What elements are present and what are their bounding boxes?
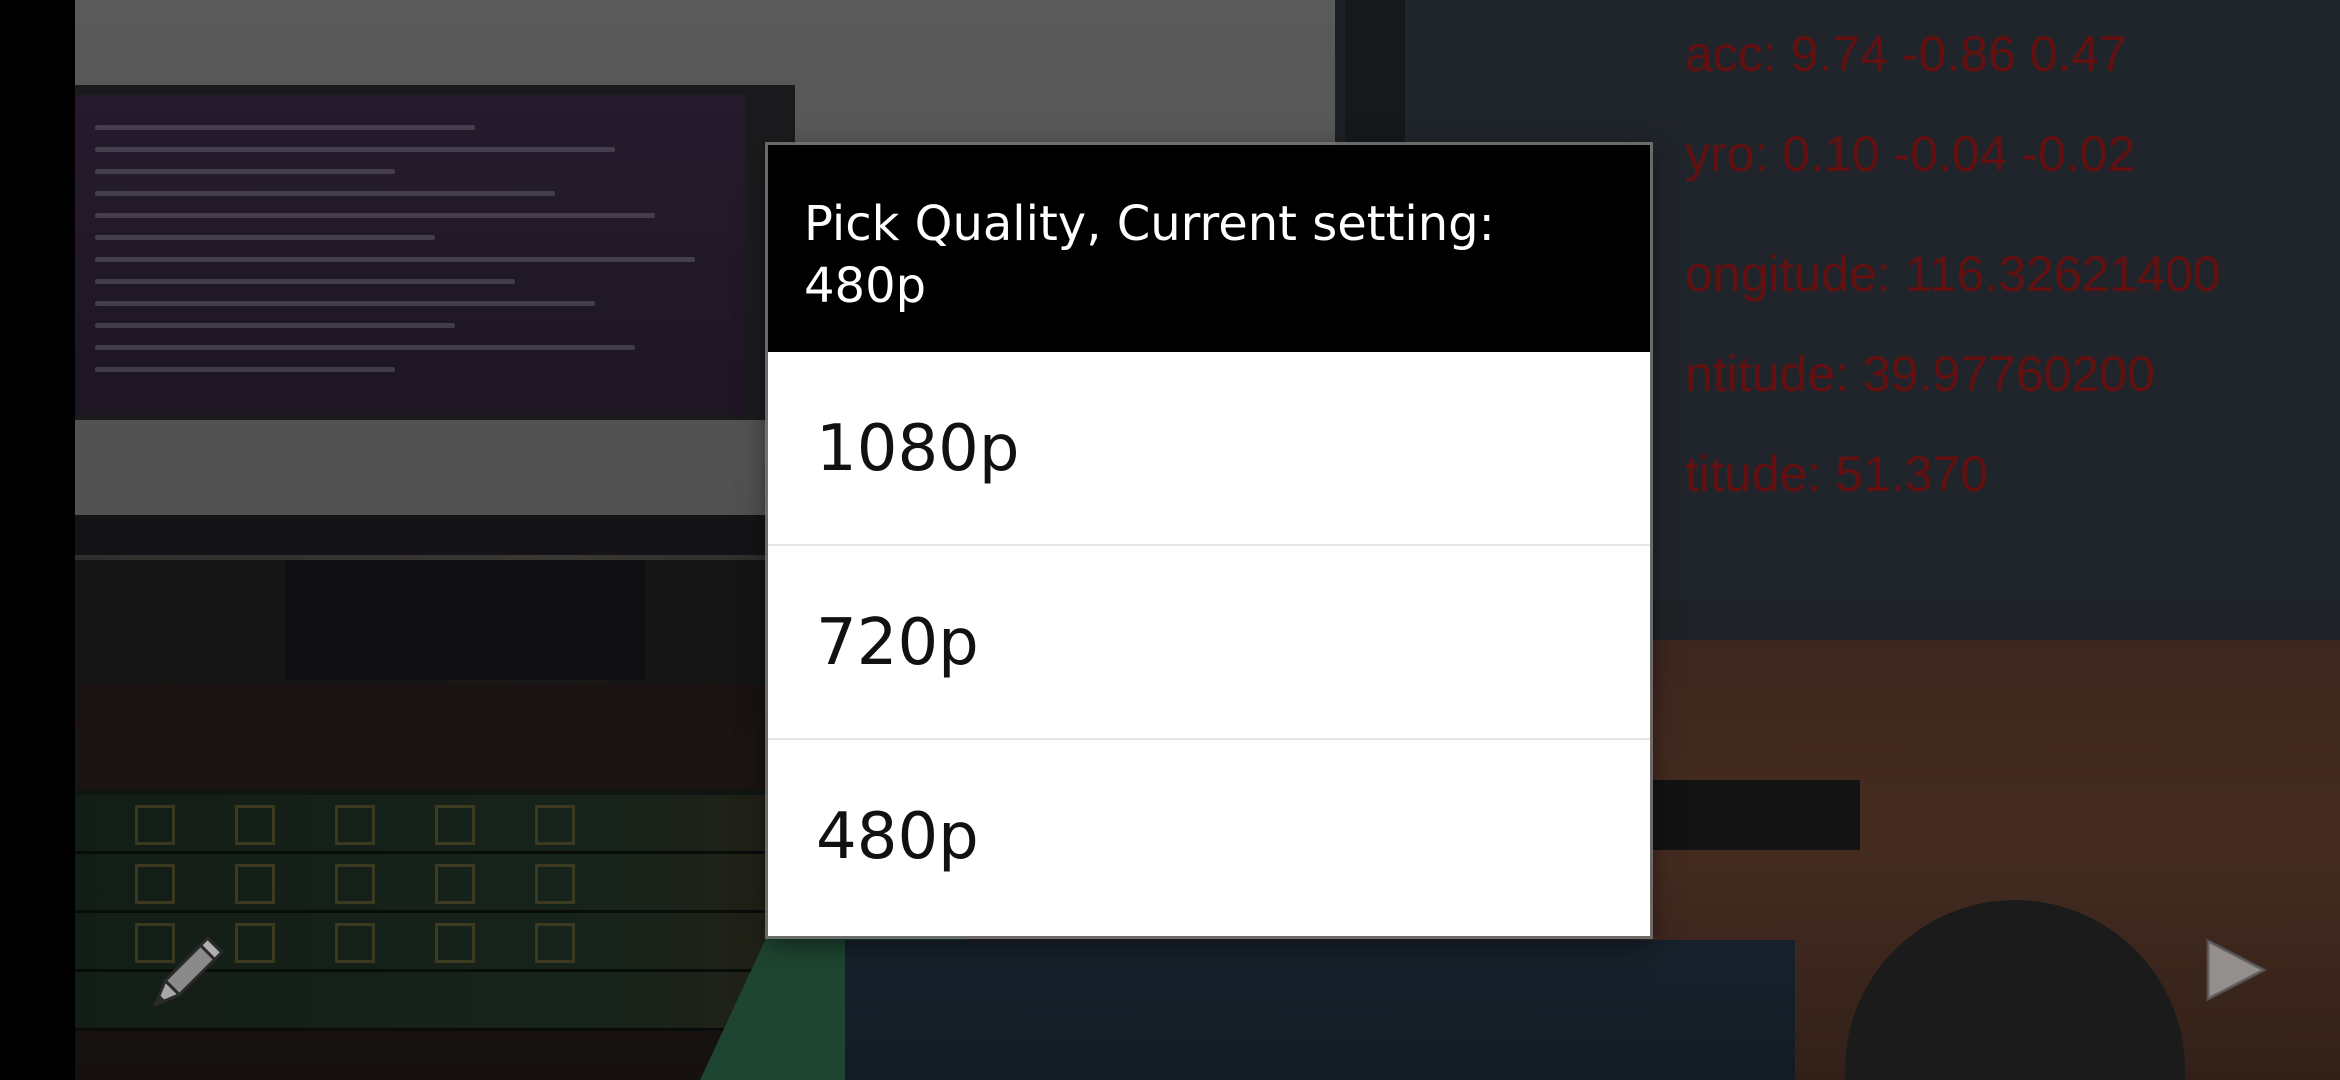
quality-options-list: 1080p 720p 480p	[768, 352, 1650, 936]
dialog-title-line-2: 480p	[804, 258, 927, 314]
quality-picker-dialog: Pick Quality, Current setting: 480p 1080…	[768, 145, 1650, 936]
quality-option-720p[interactable]: 720p	[768, 546, 1650, 740]
quality-option-1080p[interactable]: 1080p	[768, 352, 1650, 546]
left-black-bar	[0, 0, 75, 1080]
dialog-title: Pick Quality, Current setting: 480p	[804, 193, 1614, 317]
play-triangle-icon	[2206, 938, 2268, 1002]
quality-option-label: 1080p	[816, 412, 1020, 486]
quality-option-label: 480p	[816, 800, 979, 874]
camera-screen: acc: 9.74 -0.86 0.47 yro: 0.10 -0.04 -0.…	[0, 0, 2340, 1080]
quality-option-480p[interactable]: 480p	[768, 740, 1650, 936]
dialog-header: Pick Quality, Current setting: 480p	[768, 145, 1650, 352]
pencil-icon	[152, 936, 224, 1008]
edit-button[interactable]	[135, 925, 235, 1025]
play-button[interactable]	[2200, 935, 2270, 1005]
dialog-title-line-1: Pick Quality, Current setting:	[804, 196, 1495, 252]
quality-option-label: 720p	[816, 606, 979, 680]
